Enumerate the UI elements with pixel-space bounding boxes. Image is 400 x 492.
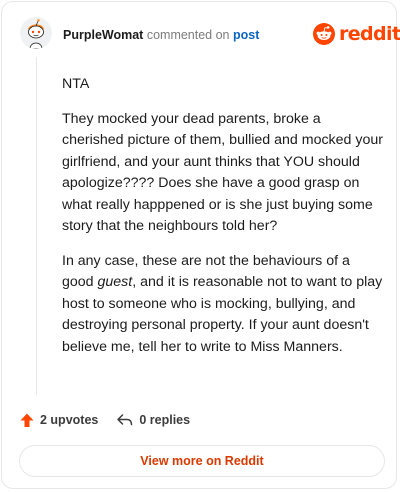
- paragraph-text: NTA: [62, 76, 90, 92]
- paragraph-text: They mocked your dead parents, broke a c…: [62, 110, 383, 235]
- view-more-button[interactable]: View more on Reddit: [19, 445, 385, 477]
- thread-line: [36, 57, 37, 395]
- upvote-arrow-icon: [20, 413, 34, 427]
- reddit-wordmark: reddit: [339, 23, 400, 45]
- post-link[interactable]: post: [233, 28, 259, 42]
- comment-header: PurpleWomat commented on post reddit: [2, 2, 400, 66]
- emphasized-text: guest: [97, 274, 133, 290]
- meta-action-text: commented on: [146, 28, 230, 42]
- reply-count: 0 replies: [139, 413, 191, 427]
- reddit-logo-icon: [313, 23, 335, 45]
- author-name[interactable]: PurpleWomat: [63, 28, 143, 42]
- snoo-avatar-icon: [20, 17, 52, 49]
- reply-button[interactable]: 0 replies: [116, 412, 190, 428]
- comment-meta: PurpleWomat commented on post: [63, 27, 259, 43]
- upvote-button[interactable]: 2 upvotes: [19, 412, 98, 428]
- user-avatar[interactable]: [20, 17, 52, 49]
- reddit-brand[interactable]: reddit: [313, 22, 400, 46]
- comment-paragraph: They mocked your dead parents, broke a c…: [62, 109, 384, 238]
- comment-footer: 2 upvotes 0 replies: [19, 410, 190, 430]
- upvote-count: 2 upvotes: [40, 413, 99, 427]
- comment-card: PurpleWomat commented on post reddit NTA…: [1, 1, 400, 489]
- comment-paragraph: NTA: [62, 74, 384, 96]
- comment-paragraph: In any case, these are not the behaviour…: [62, 251, 384, 359]
- comment-body: NTA They mocked your dead parents, broke …: [62, 74, 384, 371]
- reply-arrow-icon: [117, 414, 133, 426]
